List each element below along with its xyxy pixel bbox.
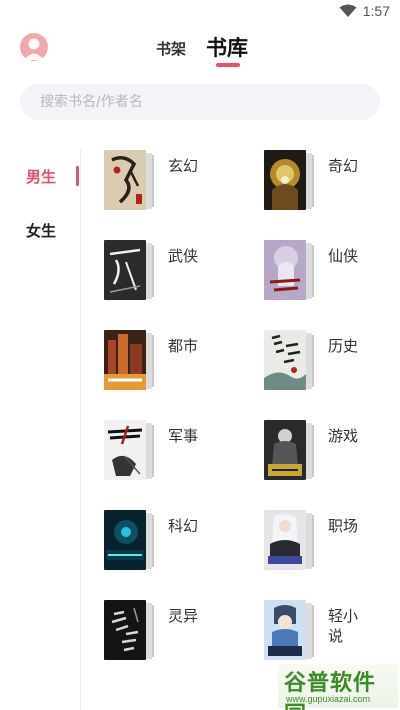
clock: 1:57 bbox=[362, 3, 390, 19]
status-right: 1:57 bbox=[339, 3, 390, 19]
category-item-wuxia[interactable]: 武侠 bbox=[104, 240, 254, 302]
book-cover bbox=[104, 510, 146, 570]
book-cover bbox=[264, 600, 306, 660]
tab-bookshelf[interactable]: 书架 bbox=[156, 38, 186, 59]
site-watermark: 谷普软件园 www.gupuxiazai.com bbox=[278, 664, 398, 710]
cover-art bbox=[104, 240, 146, 300]
sidebar-item-female[interactable]: 女生 bbox=[0, 216, 80, 244]
category-item-xuanhuan[interactable]: 玄幻 bbox=[104, 150, 254, 212]
cover-stack bbox=[264, 240, 316, 302]
category-label: 轻小说 bbox=[328, 607, 359, 645]
category-label: 科幻 bbox=[168, 517, 199, 535]
cover-art bbox=[264, 150, 306, 210]
cover-stack bbox=[104, 600, 156, 662]
category-item-youxi[interactable]: 游戏 bbox=[264, 420, 400, 482]
top-tabs: 书架 书库 bbox=[0, 30, 400, 70]
cover-art bbox=[264, 240, 306, 300]
category-item-qihuan[interactable]: 奇幻 bbox=[264, 150, 400, 212]
category-label: 灵异 bbox=[168, 607, 199, 625]
category-label: 玄幻 bbox=[168, 157, 199, 175]
cover-stack bbox=[264, 420, 316, 482]
gender-sidebar: 男生 女生 bbox=[0, 148, 80, 710]
cover-stack bbox=[104, 240, 156, 302]
cover-stack bbox=[264, 600, 316, 662]
watermark-url: www.gupuxiazai.com bbox=[286, 694, 371, 704]
cover-art bbox=[104, 420, 146, 480]
book-cover bbox=[264, 240, 306, 300]
cover-art bbox=[104, 600, 146, 660]
cover-art bbox=[264, 420, 306, 480]
wifi-icon bbox=[339, 4, 357, 17]
category-item-kehuan[interactable]: 科幻 bbox=[104, 510, 254, 572]
cover-stack bbox=[264, 150, 316, 212]
cover-art bbox=[264, 330, 306, 390]
sidebar-item-label: 女生 bbox=[26, 222, 57, 240]
cover-stack bbox=[104, 510, 156, 572]
category-label: 军事 bbox=[168, 427, 199, 445]
sidebar-item-male[interactable]: 男生 bbox=[0, 162, 80, 190]
cover-stack bbox=[264, 510, 316, 572]
book-cover bbox=[264, 330, 306, 390]
book-cover bbox=[264, 150, 306, 210]
category-item-xianxia[interactable]: 仙侠 bbox=[264, 240, 400, 302]
book-cover bbox=[104, 330, 146, 390]
category-item-lishi[interactable]: 历史 bbox=[264, 330, 400, 392]
sidebar-active-indicator bbox=[76, 166, 79, 186]
cover-stack bbox=[104, 150, 156, 212]
book-cover bbox=[264, 510, 306, 570]
search-bar[interactable] bbox=[20, 84, 380, 120]
status-bar: 1:57 bbox=[0, 0, 400, 24]
book-cover bbox=[264, 420, 306, 480]
category-label: 职场 bbox=[328, 517, 359, 535]
book-cover bbox=[104, 240, 146, 300]
tab-active-indicator bbox=[216, 63, 240, 67]
category-item-junshi[interactable]: 军事 bbox=[104, 420, 254, 482]
category-label: 奇幻 bbox=[328, 157, 359, 175]
category-item-dushi[interactable]: 都市 bbox=[104, 330, 254, 392]
sidebar-item-label: 男生 bbox=[26, 168, 57, 186]
cover-stack bbox=[264, 330, 316, 392]
book-cover bbox=[104, 600, 146, 660]
category-label: 仙侠 bbox=[328, 247, 359, 265]
cover-stack bbox=[104, 330, 156, 392]
sidebar-divider bbox=[80, 148, 81, 710]
search-input[interactable] bbox=[20, 84, 380, 120]
book-cover bbox=[104, 150, 146, 210]
cover-art bbox=[264, 600, 306, 660]
category-label: 都市 bbox=[168, 337, 199, 355]
category-item-zhichang[interactable]: 职场 bbox=[264, 510, 400, 572]
cover-art bbox=[104, 510, 146, 570]
cover-art bbox=[104, 150, 146, 210]
category-item-lingyi[interactable]: 灵异 bbox=[104, 600, 254, 662]
category-label: 武侠 bbox=[168, 247, 199, 265]
category-item-qingxiaoshuo[interactable]: 轻小说 bbox=[264, 600, 400, 662]
cover-art bbox=[264, 510, 306, 570]
category-label: 历史 bbox=[328, 337, 359, 355]
book-cover bbox=[104, 420, 146, 480]
cover-stack bbox=[104, 420, 156, 482]
tab-library[interactable]: 书库 bbox=[206, 32, 248, 62]
category-label: 游戏 bbox=[328, 427, 359, 445]
cover-art bbox=[104, 330, 146, 390]
